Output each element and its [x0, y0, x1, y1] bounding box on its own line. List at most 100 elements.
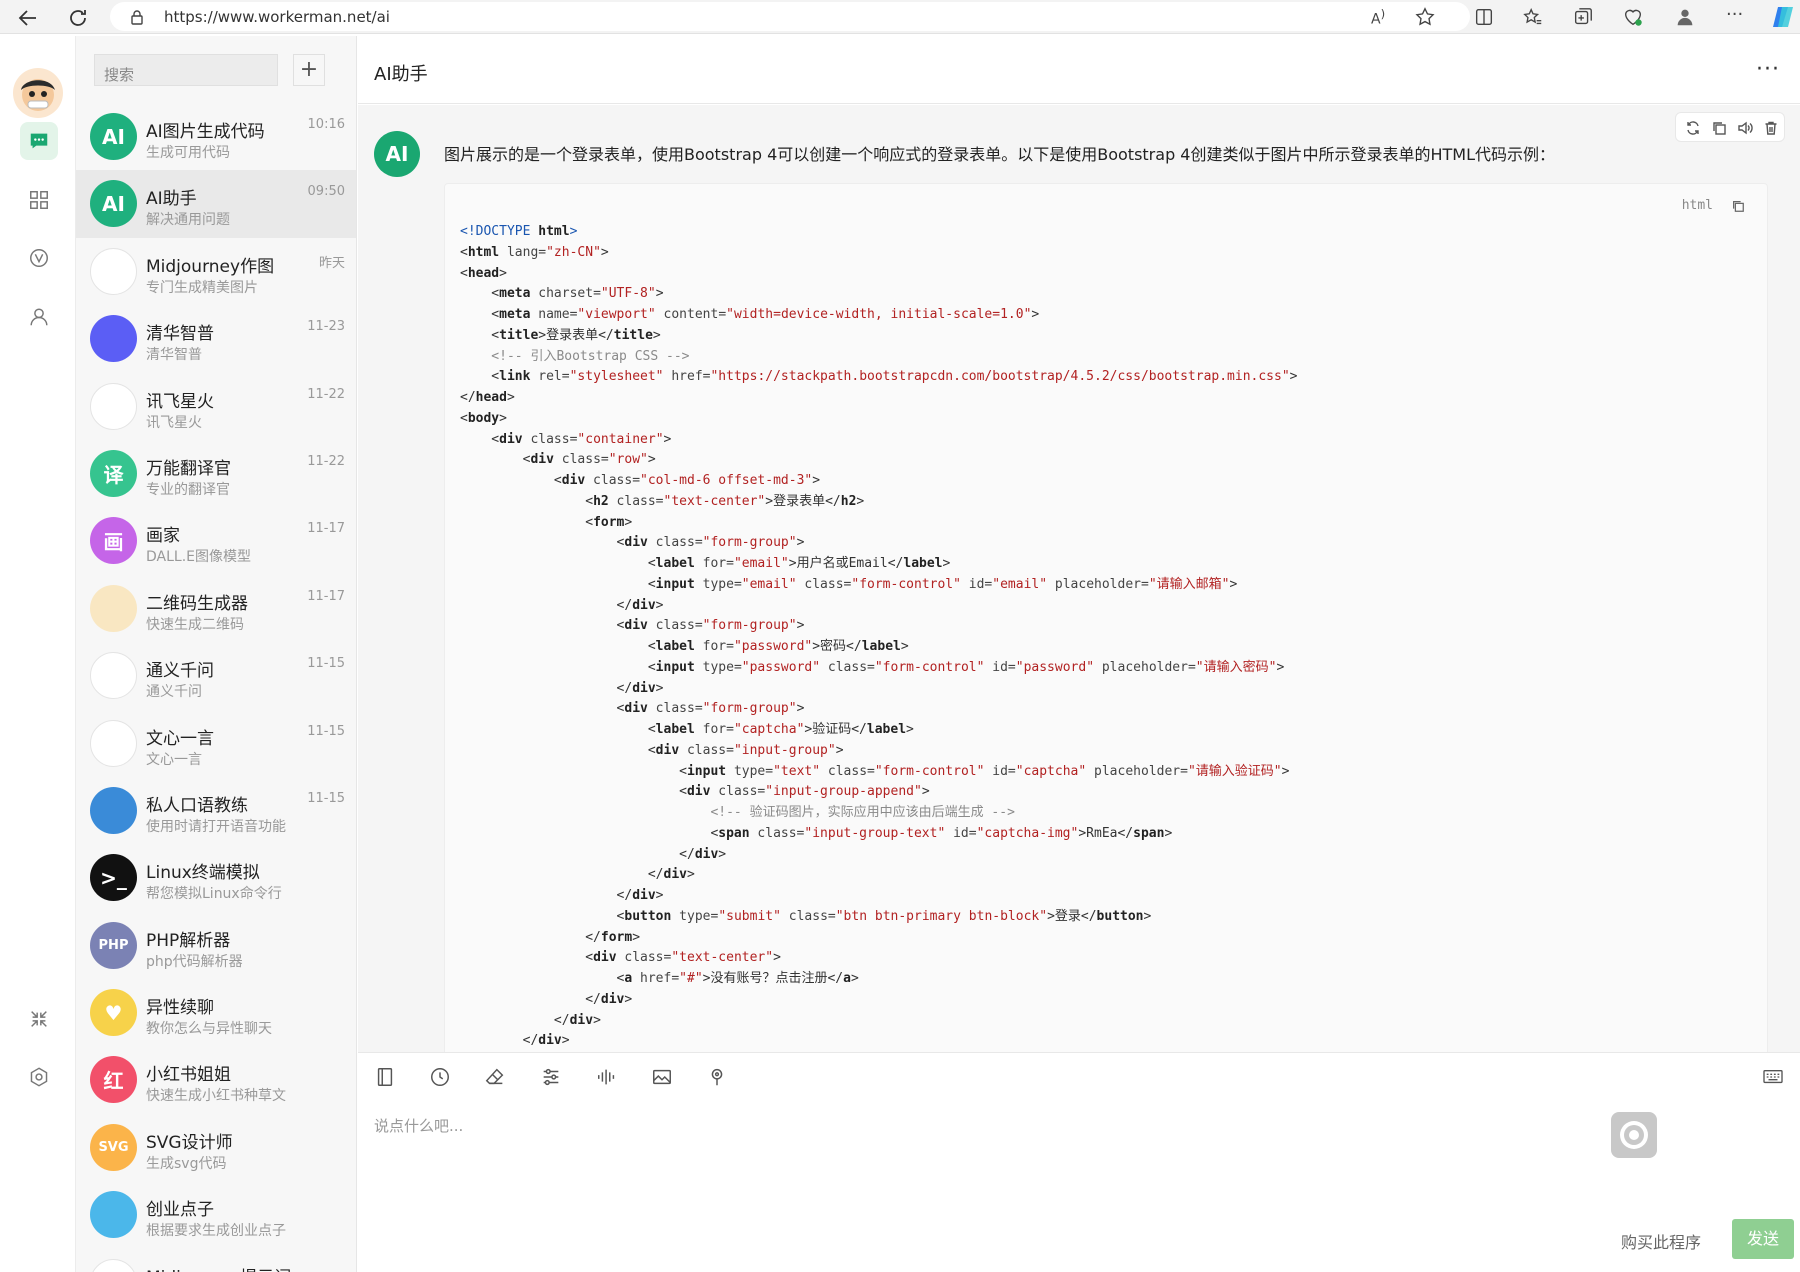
list-item[interactable]: 文心一言 文心一言 11-15: [76, 710, 356, 777]
chat-title: AI助手: [374, 64, 428, 85]
back-icon[interactable]: [16, 6, 40, 30]
code-token: "viewport": [577, 307, 656, 322]
collections-icon[interactable]: [1572, 6, 1596, 30]
rail-settings[interactable]: [20, 1058, 58, 1096]
regenerate-icon[interactable]: [1685, 120, 1701, 136]
performance-icon[interactable]: [1622, 6, 1646, 30]
list-item[interactable]: SVG SVG设计师 生成svg代码: [76, 1114, 356, 1181]
code-token: >: [900, 639, 909, 654]
conversation-desc: php代码解析器: [146, 953, 243, 970]
chat-more-icon[interactable]: ···: [1756, 59, 1780, 81]
code-content: <!DOCTYPE html> <html lang="zh-CN"> <head>…: [460, 222, 1298, 1052]
code-token: "password": [733, 639, 813, 654]
code-token: "#": [679, 971, 703, 986]
copilot-icon[interactable]: [1770, 4, 1794, 28]
delete-icon[interactable]: [1763, 120, 1779, 136]
rail-user[interactable]: [20, 298, 58, 336]
conversation-name: Midjourney作图: [146, 256, 275, 277]
read-aloud-icon[interactable]: A): [1371, 7, 1395, 31]
list-item[interactable]: 创业点子 根据要求生成创业点子: [76, 1181, 356, 1248]
rail-apps[interactable]: [20, 181, 58, 219]
list-item[interactable]: ♥ 异性续聊 教你怎么与异性聊天: [76, 979, 356, 1046]
code-token: <: [460, 950, 594, 966]
speaker-icon[interactable]: [1737, 120, 1753, 136]
image-icon[interactable]: [651, 1066, 673, 1088]
reload-icon[interactable]: [66, 6, 90, 30]
more-icon[interactable]: ···: [1726, 4, 1750, 28]
list-item[interactable]: 通义千问 通义千问 11-15: [76, 642, 356, 709]
code-line: <span class="input-group-text" id="captc…: [460, 824, 1298, 845]
code-token: <: [460, 431, 500, 447]
history-icon[interactable]: [429, 1066, 451, 1088]
code-token: "form-group": [702, 535, 797, 551]
message-input[interactable]: 说点什么吧...: [374, 1115, 463, 1136]
list-item[interactable]: AI AI图片生成代码 生成可用代码 10:16: [76, 103, 356, 170]
settings-float-button[interactable]: [1611, 1112, 1657, 1158]
conversation-time: 11-15: [307, 790, 345, 806]
pin-icon[interactable]: [706, 1066, 728, 1088]
code-token: html: [538, 224, 570, 239]
conversation-name: AI图片生成代码: [146, 122, 265, 142]
code-token: "email": [992, 576, 1048, 592]
list-item[interactable]: 二维码生成器 快速生成二维码 11-17: [76, 575, 356, 642]
code-token: "form-control": [874, 763, 985, 779]
rail-collapse[interactable]: [20, 1000, 58, 1038]
favorites-icon[interactable]: [1522, 6, 1546, 30]
list-item[interactable]: AI AI助手 解决通用问题 09:50: [76, 170, 356, 238]
conversation-desc: 根据要求生成创业点子: [146, 1223, 286, 1240]
rail-vip[interactable]: [20, 239, 58, 277]
copy-message-icon[interactable]: [1711, 120, 1727, 136]
keyboard-icon[interactable]: [1762, 1068, 1784, 1086]
code-token: body: [467, 410, 500, 426]
code-token: >登录</: [1047, 908, 1097, 924]
code-token: >: [624, 991, 633, 1007]
code-token: "form-group": [702, 618, 797, 634]
code-token: "width=device-width, initial-scale=1.0": [726, 307, 1032, 322]
code-token: "col-md-6 offset-md-3": [640, 473, 813, 488]
rail-chat[interactable]: [20, 122, 58, 160]
add-conversation-button[interactable]: +: [293, 54, 325, 86]
code-token: >: [655, 597, 664, 613]
address-bar[interactable]: https://www.workerman.net/ai: [110, 2, 1470, 31]
favorite-star-icon[interactable]: [1414, 6, 1438, 30]
code-token: >: [569, 224, 578, 239]
search-input[interactable]: 搜索: [94, 54, 278, 86]
list-item[interactable]: 译万能翻译官 专业的翻译官 11-22: [76, 440, 356, 507]
list-item[interactable]: Midjourney作图 专门生成精美图片 昨天: [76, 238, 356, 305]
code-token: <: [460, 784, 687, 800]
code-token: >: [655, 888, 664, 903]
code-token: div: [538, 1033, 562, 1049]
list-item[interactable]: 红小红书姐姐 快速生成小红书种草文: [76, 1046, 356, 1113]
code-token: >: [561, 1033, 570, 1049]
sliders-icon[interactable]: [540, 1066, 562, 1088]
buy-program-link[interactable]: 购买此程序: [1621, 1229, 1701, 1253]
code-token: class=: [608, 493, 664, 509]
list-item[interactable]: PHP PHP解析器 php代码解析器: [76, 912, 356, 979]
code-token: "input-group": [733, 742, 836, 758]
code-token: <: [460, 410, 468, 426]
conversation-time: 11-22: [307, 386, 345, 402]
code-line: <input type="email" class="form-control"…: [460, 575, 1298, 596]
send-button[interactable]: 发送: [1732, 1219, 1794, 1259]
user-avatar[interactable]: [13, 68, 63, 118]
voice-wave-icon[interactable]: [595, 1066, 619, 1088]
code-token: charset=: [530, 286, 601, 302]
list-item[interactable]: 清华智普 清华智普 11-23: [76, 305, 356, 372]
copy-code-icon[interactable]: [1731, 199, 1745, 213]
split-screen-icon[interactable]: [1473, 6, 1497, 30]
conversation-desc: DALL.E图像模型: [146, 549, 252, 566]
code-token: class=: [749, 825, 805, 841]
eraser-icon[interactable]: [484, 1066, 506, 1088]
list-item[interactable]: 画画家 DALL.E图像模型 11-17: [76, 507, 356, 574]
notebook-icon[interactable]: [374, 1066, 396, 1088]
list-item[interactable]: 私人口语教练 使用时请打开语音功能 11-15: [76, 777, 356, 844]
conversation-name: 万能翻译官: [146, 458, 231, 479]
list-item[interactable]: 讯飞星火 讯飞星火 11-22: [76, 373, 356, 440]
code-token: div: [624, 618, 648, 634]
code-token: >登录表单</: [538, 327, 614, 343]
code-token: "input-group-text": [804, 825, 946, 841]
list-item[interactable]: Midjourney提示词: [76, 1249, 356, 1272]
profile-icon[interactable]: [1674, 6, 1698, 30]
code-token: div: [686, 784, 711, 800]
list-item[interactable]: >_ Linux终端模拟 帮您模拟Linux命令行: [76, 844, 356, 911]
